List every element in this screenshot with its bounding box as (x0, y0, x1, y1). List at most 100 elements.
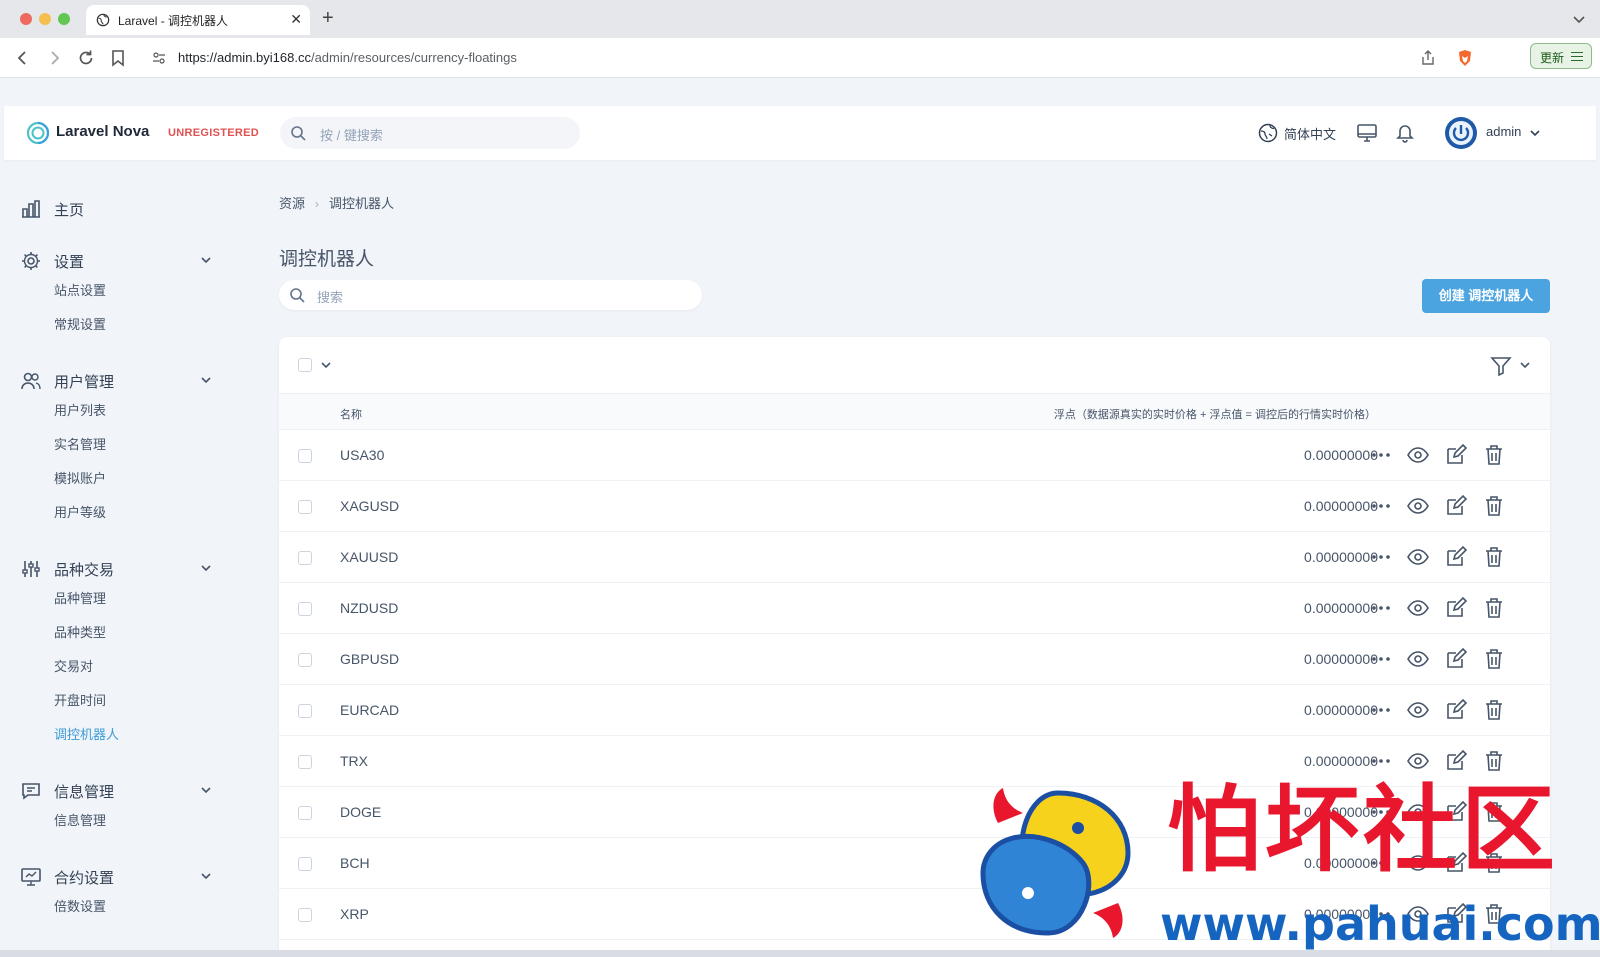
sidebar-group-header[interactable]: 品种交易 (20, 554, 216, 582)
chevron-down-icon[interactable] (200, 784, 212, 796)
monitor-icon[interactable] (1356, 122, 1378, 144)
sidebar-item-control-robot[interactable]: 调控机器人 (54, 724, 119, 743)
eye-icon[interactable] (1406, 443, 1430, 467)
browser-tab[interactable]: Laravel - 调控机器人 ✕ (86, 5, 310, 35)
eye-icon[interactable] (1406, 545, 1430, 569)
new-tab-button[interactable]: + (322, 7, 334, 29)
window-minimize-button[interactable] (39, 13, 51, 25)
trash-icon[interactable] (1482, 494, 1506, 518)
chevron-down-icon[interactable] (200, 870, 212, 882)
sidebar-item-leverage[interactable]: 倍数设置 (54, 896, 106, 915)
trash-icon[interactable] (1482, 647, 1506, 671)
row-checkbox[interactable] (298, 806, 312, 820)
trash-icon[interactable] (1482, 698, 1506, 722)
row-checkbox[interactable] (298, 704, 312, 718)
table-row[interactable]: NZDUSD 0.00000000 (279, 583, 1550, 634)
eye-icon[interactable] (1406, 749, 1430, 773)
more-icon[interactable] (1369, 494, 1393, 518)
table-row[interactable]: GBPUSD 0.00000000 (279, 634, 1550, 685)
more-icon[interactable] (1369, 749, 1393, 773)
more-icon[interactable] (1369, 698, 1393, 722)
create-resource-button[interactable]: 创建 调控机器人 (1422, 279, 1550, 313)
resource-search-input[interactable]: 搜索 (279, 280, 702, 310)
row-checkbox[interactable] (298, 449, 312, 463)
sidebar-item-site-settings[interactable]: 站点设置 (54, 280, 106, 299)
global-search-placeholder: 按 / 键搜索 (320, 128, 383, 143)
chevron-down-icon[interactable] (200, 254, 212, 266)
row-checkbox[interactable] (298, 602, 312, 616)
bookmark-icon[interactable] (108, 48, 128, 68)
breadcrumb-resources[interactable]: 资源 (279, 196, 305, 211)
column-header-float[interactable]: 浮点（数据源真实的实时价格 + 浮点值 = 调控后的行情实时价格） (1054, 406, 1376, 422)
more-icon[interactable] (1369, 647, 1393, 671)
more-icon[interactable] (1369, 596, 1393, 620)
trash-icon[interactable] (1482, 443, 1506, 467)
sidebar-item-trading-pairs[interactable]: 交易对 (54, 656, 93, 675)
sidebar-item-demo-accounts[interactable]: 模拟账户 (54, 468, 106, 487)
back-icon[interactable] (13, 48, 33, 68)
update-button[interactable]: 更新 (1530, 43, 1592, 69)
share-icon[interactable] (1420, 50, 1436, 66)
edit-icon[interactable] (1444, 494, 1468, 518)
row-checkbox[interactable] (298, 857, 312, 871)
eye-icon[interactable] (1406, 647, 1430, 671)
chevron-down-icon[interactable] (320, 359, 332, 371)
trash-icon[interactable] (1482, 749, 1506, 773)
chevron-down-icon[interactable] (1572, 12, 1586, 26)
brave-shield-icon[interactable] (1456, 49, 1474, 67)
edit-icon[interactable] (1444, 545, 1468, 569)
edit-icon[interactable] (1444, 443, 1468, 467)
select-all-checkbox[interactable] (298, 358, 312, 372)
window-close-button[interactable] (20, 13, 32, 25)
global-search-input[interactable]: 按 / 键搜索 (280, 117, 580, 149)
sidebar-item-symbol-types[interactable]: 品种类型 (54, 622, 106, 641)
row-checkbox[interactable] (298, 551, 312, 565)
chevron-down-icon[interactable] (1519, 359, 1531, 371)
sidebar-item-messages[interactable]: 信息管理 (54, 810, 106, 829)
edit-icon[interactable] (1444, 698, 1468, 722)
more-icon[interactable] (1369, 545, 1393, 569)
sidebar-item-user-list[interactable]: 用户列表 (54, 400, 106, 419)
row-checkbox[interactable] (298, 653, 312, 667)
chevron-down-icon[interactable] (200, 374, 212, 386)
table-row[interactable]: XAGUSD 0.00000000 (279, 481, 1550, 532)
sidebar-item-general-settings[interactable]: 常规设置 (54, 314, 106, 333)
sidebar-item-user-levels[interactable]: 用户等级 (54, 502, 106, 521)
forward-icon[interactable] (44, 48, 64, 68)
eye-icon[interactable] (1406, 494, 1430, 518)
sidebar-home-row[interactable]: 主页 (20, 194, 216, 222)
chevron-down-icon[interactable] (1529, 127, 1541, 139)
row-checkbox[interactable] (298, 500, 312, 514)
sidebar-group-header[interactable]: 设置 (20, 246, 216, 274)
row-checkbox[interactable] (298, 908, 312, 922)
window-zoom-button[interactable] (58, 13, 70, 25)
table-row[interactable]: EURCAD 0.00000000 (279, 685, 1550, 736)
row-checkbox[interactable] (298, 755, 312, 769)
chevron-down-icon[interactable] (200, 562, 212, 574)
sidebar-item-verification[interactable]: 实名管理 (54, 434, 106, 453)
trash-icon[interactable] (1482, 596, 1506, 620)
more-icon[interactable] (1369, 443, 1393, 467)
eye-icon[interactable] (1406, 698, 1430, 722)
sidebar-group-header[interactable]: 合约设置 (20, 862, 216, 890)
eye-icon[interactable] (1406, 596, 1430, 620)
sidebar-item-opening-hours[interactable]: 开盘时间 (54, 690, 106, 709)
sidebar-group-header[interactable]: 用户管理 (20, 366, 216, 394)
site-settings-icon[interactable] (152, 51, 166, 65)
edit-icon[interactable] (1444, 596, 1468, 620)
filter-icon[interactable] (1490, 355, 1512, 377)
tab-close-icon[interactable]: ✕ (290, 11, 302, 27)
edit-icon[interactable] (1444, 749, 1468, 773)
bell-icon[interactable] (1394, 122, 1416, 144)
sidebar-group-header[interactable]: 信息管理 (20, 776, 216, 804)
sidebar-item-symbols[interactable]: 品种管理 (54, 588, 106, 607)
table-row[interactable]: USA30 0.00000000 (279, 430, 1550, 481)
reload-icon[interactable] (76, 48, 96, 68)
user-name[interactable]: admin (1486, 124, 1521, 139)
table-row[interactable]: XAUUSD 0.00000000 (279, 532, 1550, 583)
column-header-name[interactable]: 名称 (340, 406, 362, 422)
trash-icon[interactable] (1482, 545, 1506, 569)
address-bar[interactable]: https://admin.byi168.cc/admin/resources/… (144, 43, 1504, 73)
edit-icon[interactable] (1444, 647, 1468, 671)
avatar[interactable] (1444, 116, 1478, 150)
